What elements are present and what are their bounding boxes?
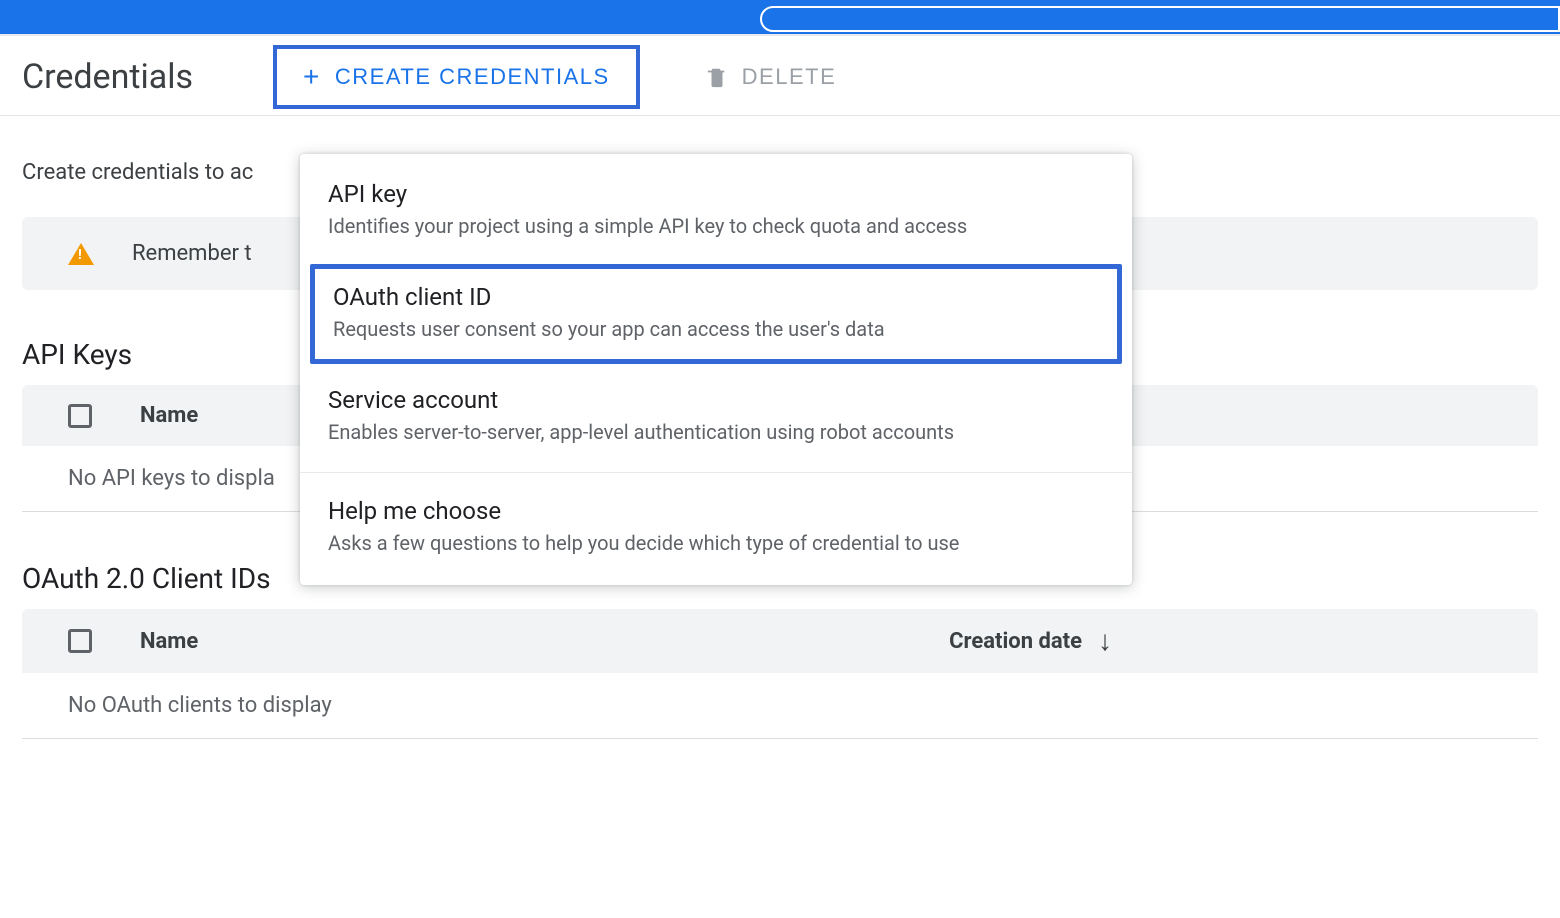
dropdown-item-api-key[interactable]: API key Identifies your project using a … [300,162,1132,260]
dropdown-item-title: Help me choose [328,497,1104,525]
oauth-clients-empty-row: No OAuth clients to display [22,673,1538,739]
select-all-oauth-checkbox[interactable] [68,629,92,653]
dropdown-item-oauth-client-id[interactable]: OAuth client ID Requests user consent so… [310,264,1122,364]
oauth-clients-table-header: Name Creation date ↓ [22,609,1538,673]
top-app-bar [0,0,1560,36]
oauth-col-name[interactable]: Name [140,629,901,654]
dropdown-item-title: OAuth client ID [333,283,1099,311]
sort-descending-icon: ↓ [1098,627,1112,655]
select-all-api-keys-checkbox[interactable] [68,404,92,428]
oauth-col-creation-date-label: Creation date [949,629,1082,654]
delete-label: DELETE [742,64,837,90]
consent-reminder-text: Remember t [132,241,252,266]
dropdown-item-title: Service account [328,386,1104,414]
create-credentials-dropdown: API key Identifies your project using a … [300,154,1132,585]
search-input[interactable] [760,6,1560,32]
dropdown-item-desc: Requests user consent so your app can ac… [333,317,1099,341]
page-header: Credentials + CREATE CREDENTIALS DELETE [0,36,1560,116]
create-credentials-button[interactable]: + CREATE CREDENTIALS [273,45,640,109]
delete-button[interactable]: DELETE [700,63,843,91]
page-content: Credentials + CREATE CREDENTIALS DELETE … [0,36,1560,739]
oauth-col-creation-date[interactable]: Creation date ↓ [949,627,1112,655]
page-title: Credentials [22,57,193,97]
dropdown-divider [300,472,1132,473]
dropdown-item-desc: Enables server-to-server, app-level auth… [328,420,1104,444]
create-credentials-label: CREATE CREDENTIALS [335,64,610,90]
dropdown-item-title: API key [328,180,1104,208]
warning-icon [68,243,94,265]
dropdown-item-help-me-choose[interactable]: Help me choose Asks a few questions to h… [300,479,1132,577]
plus-icon: + [303,63,321,91]
dropdown-item-desc: Identifies your project using a simple A… [328,214,1104,238]
dropdown-item-service-account[interactable]: Service account Enables server-to-server… [300,368,1132,466]
dropdown-item-desc: Asks a few questions to help you decide … [328,531,1104,555]
trash-icon [706,64,728,90]
